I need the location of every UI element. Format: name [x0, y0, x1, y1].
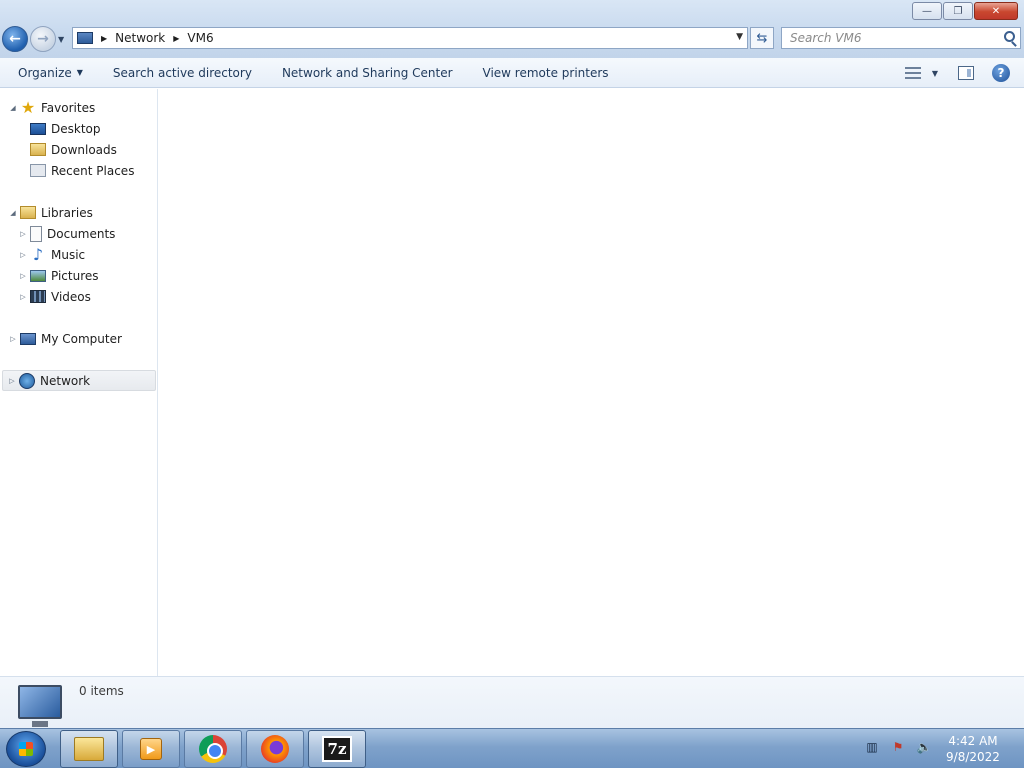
- star-icon: ★: [20, 98, 36, 117]
- expand-arrow-icon[interactable]: ▷: [7, 377, 17, 385]
- view-controls: ▼ ?: [904, 58, 1024, 88]
- downloads-folder-icon: [30, 143, 46, 156]
- collapse-arrow-icon[interactable]: ◢: [8, 104, 18, 112]
- recent-places-icon: [30, 164, 46, 177]
- expand-arrow-icon[interactable]: ▷: [18, 293, 28, 301]
- window-controls: — ❐ ✕: [912, 2, 1018, 20]
- refresh-button[interactable]: ⇆: [750, 27, 774, 49]
- forward-button[interactable]: →: [30, 26, 56, 52]
- sidebar-item-label: Videos: [51, 289, 91, 304]
- expand-arrow-icon[interactable]: ▷: [18, 230, 28, 238]
- sidebar-item-label: My Computer: [41, 331, 122, 346]
- organize-label: Organize: [18, 65, 72, 80]
- restore-button[interactable]: ❐: [943, 2, 973, 20]
- back-button[interactable]: ←: [2, 26, 28, 52]
- expand-arrow-icon[interactable]: ▷: [18, 272, 28, 280]
- sidebar-item-label: Recent Places: [51, 163, 135, 178]
- sidebar-item-label: Music: [51, 247, 86, 262]
- sidebar-item-music[interactable]: ▷ ♪ Music: [18, 244, 85, 265]
- chevron-down-icon: ▼: [76, 68, 83, 77]
- address-bar[interactable]: ▶ Network ▶ VM6 ▼: [72, 27, 748, 49]
- music-note-icon: ♪: [32, 245, 44, 264]
- taskbar-chrome[interactable]: [184, 730, 242, 768]
- sidebar-item-label: Network: [40, 373, 91, 388]
- command-bar: Organize ▼ Search active directory Netwo…: [0, 58, 1024, 88]
- navigation-pane: ◢ ★ Favorites Desktop Downloads Recent P…: [0, 89, 158, 676]
- breadcrumb-vm6[interactable]: VM6: [187, 31, 213, 45]
- taskbar-firefox[interactable]: [246, 730, 304, 768]
- expand-arrow-icon[interactable]: ▷: [18, 251, 28, 259]
- minimize-button[interactable]: —: [912, 2, 942, 20]
- sidebar-item-label: Documents: [47, 226, 116, 241]
- breadcrumb-separator-icon[interactable]: ▶: [173, 34, 179, 43]
- sidebar-item-label: Downloads: [51, 142, 117, 157]
- file-list-area[interactable]: [159, 89, 1024, 676]
- details-pane: 0 items: [0, 676, 1024, 728]
- computer-icon: [18, 685, 62, 727]
- navigation-buttons: ← → ▼: [2, 25, 64, 53]
- start-button[interactable]: [6, 731, 46, 767]
- taskbar-7zip[interactable]: 7z: [308, 730, 366, 768]
- sidebar-item-desktop[interactable]: Desktop: [28, 118, 101, 139]
- 7zip-icon: 7z: [322, 736, 352, 762]
- organize-menu[interactable]: Organize ▼: [0, 58, 98, 88]
- media-player-icon: ▶: [140, 738, 162, 760]
- chrome-icon: [199, 735, 227, 763]
- clock-date: 9/8/2022: [946, 750, 1000, 764]
- address-history-dropdown-icon[interactable]: ▼: [736, 32, 743, 42]
- item-count: 0 items: [79, 684, 124, 698]
- close-button[interactable]: ✕: [974, 2, 1018, 20]
- desktop-icon: [30, 122, 46, 135]
- sidebar-item-favorites[interactable]: ◢ ★ Favorites: [8, 97, 95, 118]
- sidebar-item-pictures[interactable]: ▷ Pictures: [18, 265, 99, 286]
- taskbar-media-player[interactable]: ▶: [122, 730, 180, 768]
- computer-icon: [77, 32, 93, 44]
- libraries-icon: [20, 206, 36, 219]
- sidebar-item-my-computer[interactable]: ▷ My Computer: [8, 328, 122, 349]
- search-input[interactable]: Search VM6: [790, 31, 862, 45]
- system-tray: ▥ ⚑ 🔈: [864, 739, 932, 755]
- change-view-icon[interactable]: [904, 67, 921, 79]
- action-center-flag-icon[interactable]: ⚑: [890, 739, 906, 755]
- sidebar-item-recent-places[interactable]: Recent Places: [28, 160, 134, 181]
- taskbar: ▶ 7z ▥ ⚑ 🔈 4:42 AM 9/8/2022: [0, 728, 1024, 768]
- videos-icon: [30, 290, 46, 303]
- sidebar-item-network[interactable]: ▷ Network: [2, 370, 156, 391]
- taskbar-windows-explorer[interactable]: [60, 730, 118, 768]
- sidebar-item-libraries[interactable]: ◢ Libraries: [8, 202, 93, 223]
- computer-icon: [20, 332, 36, 345]
- firefox-icon: [261, 735, 289, 763]
- search-active-directory-button[interactable]: Search active directory: [98, 58, 267, 88]
- clock[interactable]: 4:42 AM 9/8/2022: [938, 733, 1008, 765]
- volume-icon[interactable]: 🔈: [916, 739, 932, 755]
- sidebar-item-label: Favorites: [41, 100, 96, 115]
- view-remote-printers-button[interactable]: View remote printers: [468, 58, 624, 88]
- sidebar-item-downloads[interactable]: Downloads: [28, 139, 117, 160]
- breadcrumb-network[interactable]: Network: [115, 31, 165, 45]
- sidebar-item-documents[interactable]: ▷ Documents: [18, 223, 115, 244]
- documents-icon: [30, 225, 42, 242]
- search-box[interactable]: Search VM6: [781, 27, 1021, 49]
- network-sharing-center-button[interactable]: Network and Sharing Center: [267, 58, 468, 88]
- sidebar-item-videos[interactable]: ▷ Videos: [18, 286, 91, 307]
- recent-pages-dropdown[interactable]: ▼: [58, 35, 64, 44]
- collapse-arrow-icon[interactable]: ◢: [8, 209, 18, 217]
- sidebar-item-label: Desktop: [51, 121, 101, 136]
- title-bar: — ❐ ✕ ← → ▼ ▶ Network ▶ VM6 ▼ ⇆ Search V…: [0, 0, 1024, 58]
- folder-icon: [74, 737, 104, 761]
- help-icon[interactable]: ?: [992, 64, 1010, 82]
- network-status-icon[interactable]: ▥: [864, 739, 880, 755]
- network-icon: [19, 372, 35, 389]
- search-icon[interactable]: [1004, 31, 1015, 42]
- preview-pane-icon[interactable]: [958, 66, 974, 80]
- sidebar-item-label: Libraries: [41, 205, 93, 220]
- clock-time: 4:42 AM: [948, 734, 998, 748]
- breadcrumb-separator-icon[interactable]: ▶: [101, 34, 107, 43]
- view-options-chevron-down-icon[interactable]: ▼: [932, 69, 938, 78]
- sidebar-item-label: Pictures: [51, 268, 99, 283]
- expand-arrow-icon[interactable]: ▷: [8, 335, 18, 343]
- pictures-icon: [30, 269, 46, 282]
